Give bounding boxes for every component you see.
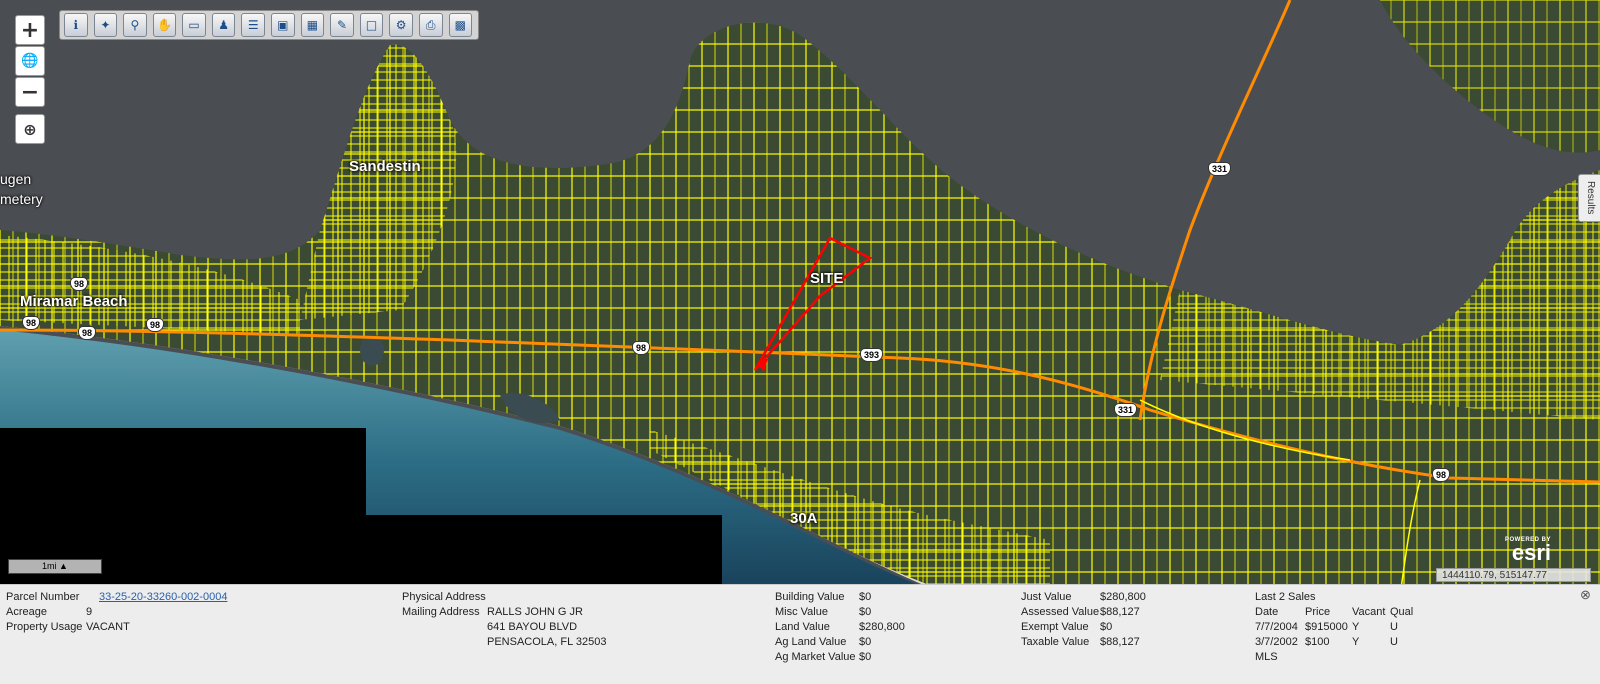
just-value: $280,800: [1100, 591, 1146, 603]
layers-icon[interactable]: ☰: [241, 13, 266, 37]
map-imagery: [0, 0, 1600, 596]
misc-value-label: Misc Value: [775, 606, 828, 618]
acreage-label: Acreage: [6, 606, 47, 618]
identify-icon[interactable]: ✦: [93, 13, 118, 37]
map-label-site: SITE: [810, 270, 844, 287]
map-label-sandestin: Sandestin: [349, 158, 421, 175]
map-label-ugen: ugen: [0, 171, 32, 187]
mailing-address-line3: PENSACOLA, FL 32503: [487, 636, 607, 648]
map-toolbar: ℹ ✦ ⚲ ✋ ▭ ♟ ☰ ▣ ▦ ✎ □ ⚙ ⎙ ▩: [59, 10, 479, 40]
ag-market-value-label: Ag Market Value: [775, 651, 856, 663]
info-icon[interactable]: ℹ: [64, 13, 88, 37]
route-shield-393: 393: [860, 348, 884, 362]
map-label-miramar-beach: Miramar Beach: [20, 293, 128, 310]
acreage-value: 9: [86, 606, 93, 618]
esri-logo: POWERED BY esri: [1505, 537, 1552, 565]
parcel-number-label: Parcel Number: [6, 591, 80, 603]
mls-label: MLS: [1255, 651, 1278, 663]
save-icon[interactable]: ▩: [448, 13, 473, 37]
person-icon[interactable]: ♟: [211, 13, 236, 37]
just-value-label: Just Value: [1021, 591, 1072, 603]
sale-1-vacant: Y: [1352, 621, 1360, 633]
assessed-value-label: Assessed Value: [1021, 606, 1100, 618]
building-value-label: Building Value: [775, 591, 845, 603]
physical-address-label: Physical Address: [402, 591, 486, 603]
select-icon[interactable]: □: [359, 13, 384, 37]
buffer-icon[interactable]: ▦: [300, 13, 325, 37]
crosshair-icon[interactable]: ⊕: [15, 114, 45, 144]
route-shield-98: 98: [146, 318, 165, 332]
ag-market-value: $0: [859, 651, 872, 663]
eraser-icon[interactable]: ▭: [182, 13, 206, 37]
route-shield-98: 98: [78, 326, 97, 340]
building-value: $0: [859, 591, 872, 603]
parcel-info-panel: Parcel Number 33-25-20-33260-002-0004 Ac…: [0, 584, 1600, 684]
results-tab[interactable]: Results: [1578, 174, 1600, 222]
photo-icon[interactable]: ▣: [271, 13, 295, 37]
results-tab-label: Results: [1585, 181, 1596, 215]
sale-2-date: 3/7/2002: [1255, 636, 1298, 648]
sale-2-vacant: Y: [1352, 636, 1360, 648]
property-usage-value: VACANT: [86, 621, 130, 633]
assessed-value: $88,127: [1100, 606, 1140, 618]
land-value-label: Land Value: [775, 621, 830, 633]
taxable-value: $88,127: [1100, 636, 1140, 648]
sales-header-price: Price: [1305, 606, 1331, 618]
route-shield-98: 98: [70, 277, 89, 291]
map-label-30a: 30A: [790, 510, 818, 527]
parcel-number-link[interactable]: 33-25-20-33260-002-0004: [99, 591, 227, 603]
close-icon[interactable]: ⊗: [1580, 587, 1591, 603]
globe-icon[interactable]: 🌐: [15, 46, 45, 76]
sale-2-price: $100: [1305, 636, 1330, 648]
last-sales-title: Last 2 Sales: [1255, 591, 1316, 603]
esri-brand-text: esri: [1511, 540, 1552, 565]
draw-icon[interactable]: ✎: [330, 13, 354, 37]
zoom-out-button[interactable]: −: [15, 77, 45, 107]
land-value: $280,800: [859, 621, 905, 633]
sale-1-date: 7/7/2004: [1255, 621, 1298, 633]
print-icon[interactable]: ⎙: [418, 13, 443, 37]
zoom-to-icon[interactable]: ⚲: [123, 13, 147, 37]
mailing-address-line1: RALLS JOHN G JR: [487, 606, 583, 618]
mailing-address-label: Mailing Address: [402, 606, 480, 618]
coordinate-readout: 1444110.79, 515147.77: [1436, 568, 1591, 582]
ag-land-value-label: Ag Land Value: [775, 636, 847, 648]
route-shield-331: 331: [1114, 403, 1138, 417]
route-shield-98: 98: [632, 341, 651, 355]
sales-header-date: Date: [1255, 606, 1279, 618]
misc-value: $0: [859, 606, 872, 618]
map-label-metery: metery: [0, 191, 43, 207]
sale-1-price: $915000: [1305, 621, 1348, 633]
pan-icon[interactable]: ✋: [152, 13, 177, 37]
zoom-in-button[interactable]: +: [15, 15, 45, 45]
sales-header-qual: Qual: [1390, 606, 1414, 618]
route-shield-331: 331: [1208, 162, 1232, 176]
exempt-value: $0: [1100, 621, 1113, 633]
sale-1-qual: U: [1390, 621, 1398, 633]
route-shield-98: 98: [1432, 468, 1451, 482]
taxable-value-label: Taxable Value: [1021, 636, 1090, 648]
sale-2-qual: U: [1390, 636, 1398, 648]
property-usage-label: Property Usage: [6, 621, 83, 633]
sales-header-vacant: Vacant: [1352, 606, 1386, 618]
ag-land-value: $0: [859, 636, 872, 648]
mailing-address-line2: 641 BAYOU BLVD: [487, 621, 578, 633]
measure-icon[interactable]: ⚙: [389, 13, 413, 37]
map-view[interactable]: ugen metery Sandestin Miramar Beach SITE…: [0, 0, 1600, 596]
exempt-value-label: Exempt Value: [1021, 621, 1089, 633]
scale-bar[interactable]: 1mi ▲: [8, 559, 102, 574]
route-shield-98: 98: [22, 316, 41, 330]
